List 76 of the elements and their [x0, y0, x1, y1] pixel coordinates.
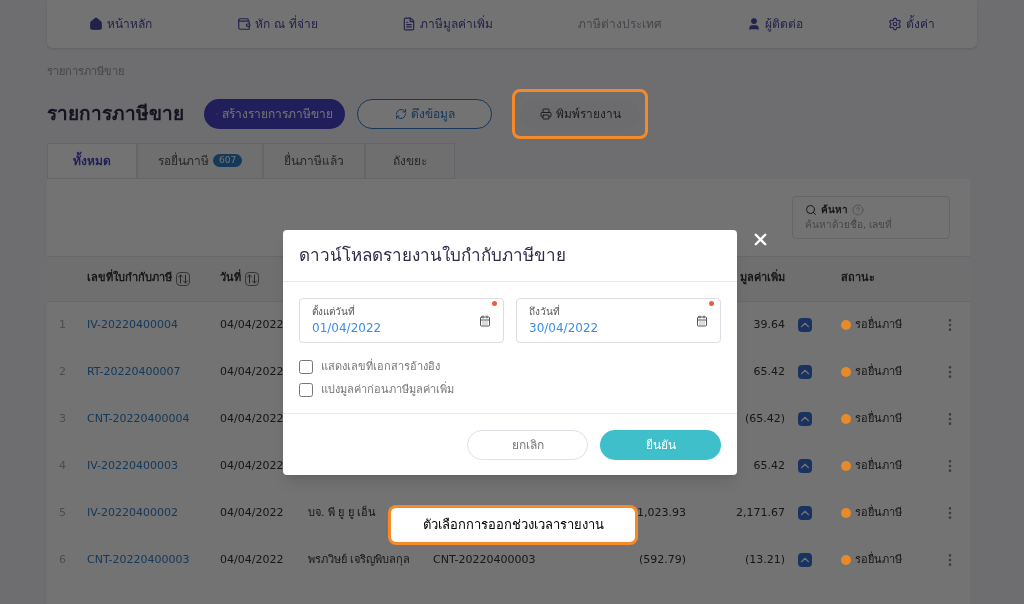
settings-icon [887, 17, 902, 31]
calendar-icon[interactable] [696, 315, 708, 327]
nav-link[interactable]: ตั้งค่า [887, 15, 935, 33]
table-cell-text: 04/04/2022 [220, 504, 284, 521]
tab[interactable]: ถังขยะ [365, 142, 456, 179]
column-header: สถานะ [841, 271, 875, 285]
sort-icon[interactable] [176, 271, 190, 286]
count-badge: 607 [213, 153, 243, 168]
table-cell: 65.42 [753, 364, 785, 378]
date-field[interactable]: ถึงวันที่ 30/04/2022 [516, 298, 721, 343]
action-button[interactable]: ดึงข้อมูล [357, 98, 492, 129]
table-cell: CNT-20220400003 [433, 552, 536, 566]
checkbox-label: แสดงเลขที่เอกสารอ้างอิง [321, 359, 440, 375]
tab[interactable]: ทั้งหมด [47, 142, 137, 179]
help-icon [852, 203, 864, 216]
table-cell: พรภวิษย์ เจริญพิบลกุล [308, 552, 411, 566]
table-cell-text: 04/04/2022 [220, 316, 284, 333]
invoice-link[interactable]: RT-20220400007 [87, 363, 181, 381]
invoice-link[interactable]: CNT-20220400003 [87, 551, 190, 569]
chevron-icon[interactable] [798, 459, 812, 473]
status-text: รอยื่นภาษี [855, 457, 902, 474]
table-cell-text: 04/04/2022 [220, 363, 284, 380]
wallet-icon [237, 17, 252, 31]
cancel-button[interactable]: ยกเลิก [467, 430, 588, 460]
invoice-link[interactable]: IV-20220400003 [87, 457, 179, 475]
status-text: รอยื่นภาษี [855, 504, 902, 521]
nav-link[interactable]: ภาษีมูลค่าเพิ่ม [402, 15, 494, 33]
column-header: เลขที่ใบกำกับภาษี [87, 270, 172, 287]
status-text: รอยื่นภาษี [855, 551, 902, 568]
date-field[interactable]: ตั้งแต่วันที่ 01/04/2022 [299, 298, 504, 343]
table-cell: (65.42) [744, 411, 785, 425]
invoice-link[interactable]: IV-20220400004 [87, 316, 179, 334]
calendar-icon[interactable] [479, 315, 491, 327]
nav-link[interactable]: หัก ณ ที่จ่าย [237, 15, 318, 33]
search-label: ค้นหา [821, 203, 848, 217]
confirm-button[interactable]: ยืนยัน [600, 430, 721, 460]
sort-icon[interactable] [245, 271, 259, 286]
table-cell: (13.21) [744, 552, 785, 566]
column-header: มูลค่าเพิ่ม [740, 271, 785, 285]
table-cell: บจ. พี ยู ยู เอ็น [308, 505, 377, 519]
table-cell-text: 04/04/2022 [220, 457, 284, 474]
table-cell: 39.64 [753, 317, 785, 331]
home-icon [89, 17, 104, 31]
checkbox[interactable] [299, 360, 313, 375]
printer-icon [539, 107, 552, 120]
chevron-icon[interactable] [798, 553, 812, 567]
search-icon [805, 203, 817, 216]
status-text: รอยื่นภาษี [855, 363, 902, 380]
dialog-title: ดาวน์โหลดรายงานใบกำกับภาษีขาย [299, 243, 566, 267]
table-cell: 1,023.93 [637, 505, 686, 519]
action-button[interactable]: สร้างรายการภาษีขาย [204, 98, 345, 129]
chevron-icon[interactable] [798, 506, 812, 520]
table-cell: 2,171.67 [736, 505, 785, 519]
refresh-icon [394, 107, 407, 120]
chevron-icon[interactable] [798, 365, 812, 379]
tab[interactable]: ยื่นภาษีแล้ว [263, 142, 366, 179]
document-icon [402, 17, 417, 31]
column-header: วันที่ [220, 270, 241, 287]
nav-link[interactable]: หน้าหลัก [89, 15, 153, 33]
table-cell-text: 04/04/2022 [220, 410, 284, 427]
chevron-icon[interactable] [798, 318, 812, 332]
user-icon [746, 17, 761, 31]
table-cell: 65.42 [753, 458, 785, 472]
checkbox[interactable] [299, 382, 313, 397]
annotation-callout: ตัวเลือกการออกช่วงเวลารายงาน [388, 505, 638, 545]
nav-link[interactable]: ผู้ติดต่อ [746, 15, 803, 33]
invoice-link[interactable]: IV-20220400002 [87, 504, 179, 522]
status-text: รอยื่นภาษี [855, 316, 902, 333]
status-text: รอยื่นภาษี [855, 410, 902, 427]
invoice-link[interactable]: CNT-20220400004 [87, 410, 190, 428]
table-cell-text: 04/04/2022 [220, 551, 284, 568]
checkbox-label: แบ่งมูลค่าก่อนภาษีมูลค่าเพิ่ม [321, 381, 454, 398]
chevron-icon[interactable] [798, 412, 812, 426]
page-title: รายการภาษีขาย [47, 101, 184, 127]
tab[interactable]: รอยื่นภาษี 607 [137, 142, 264, 179]
table-cell: (592.79) [638, 552, 686, 566]
